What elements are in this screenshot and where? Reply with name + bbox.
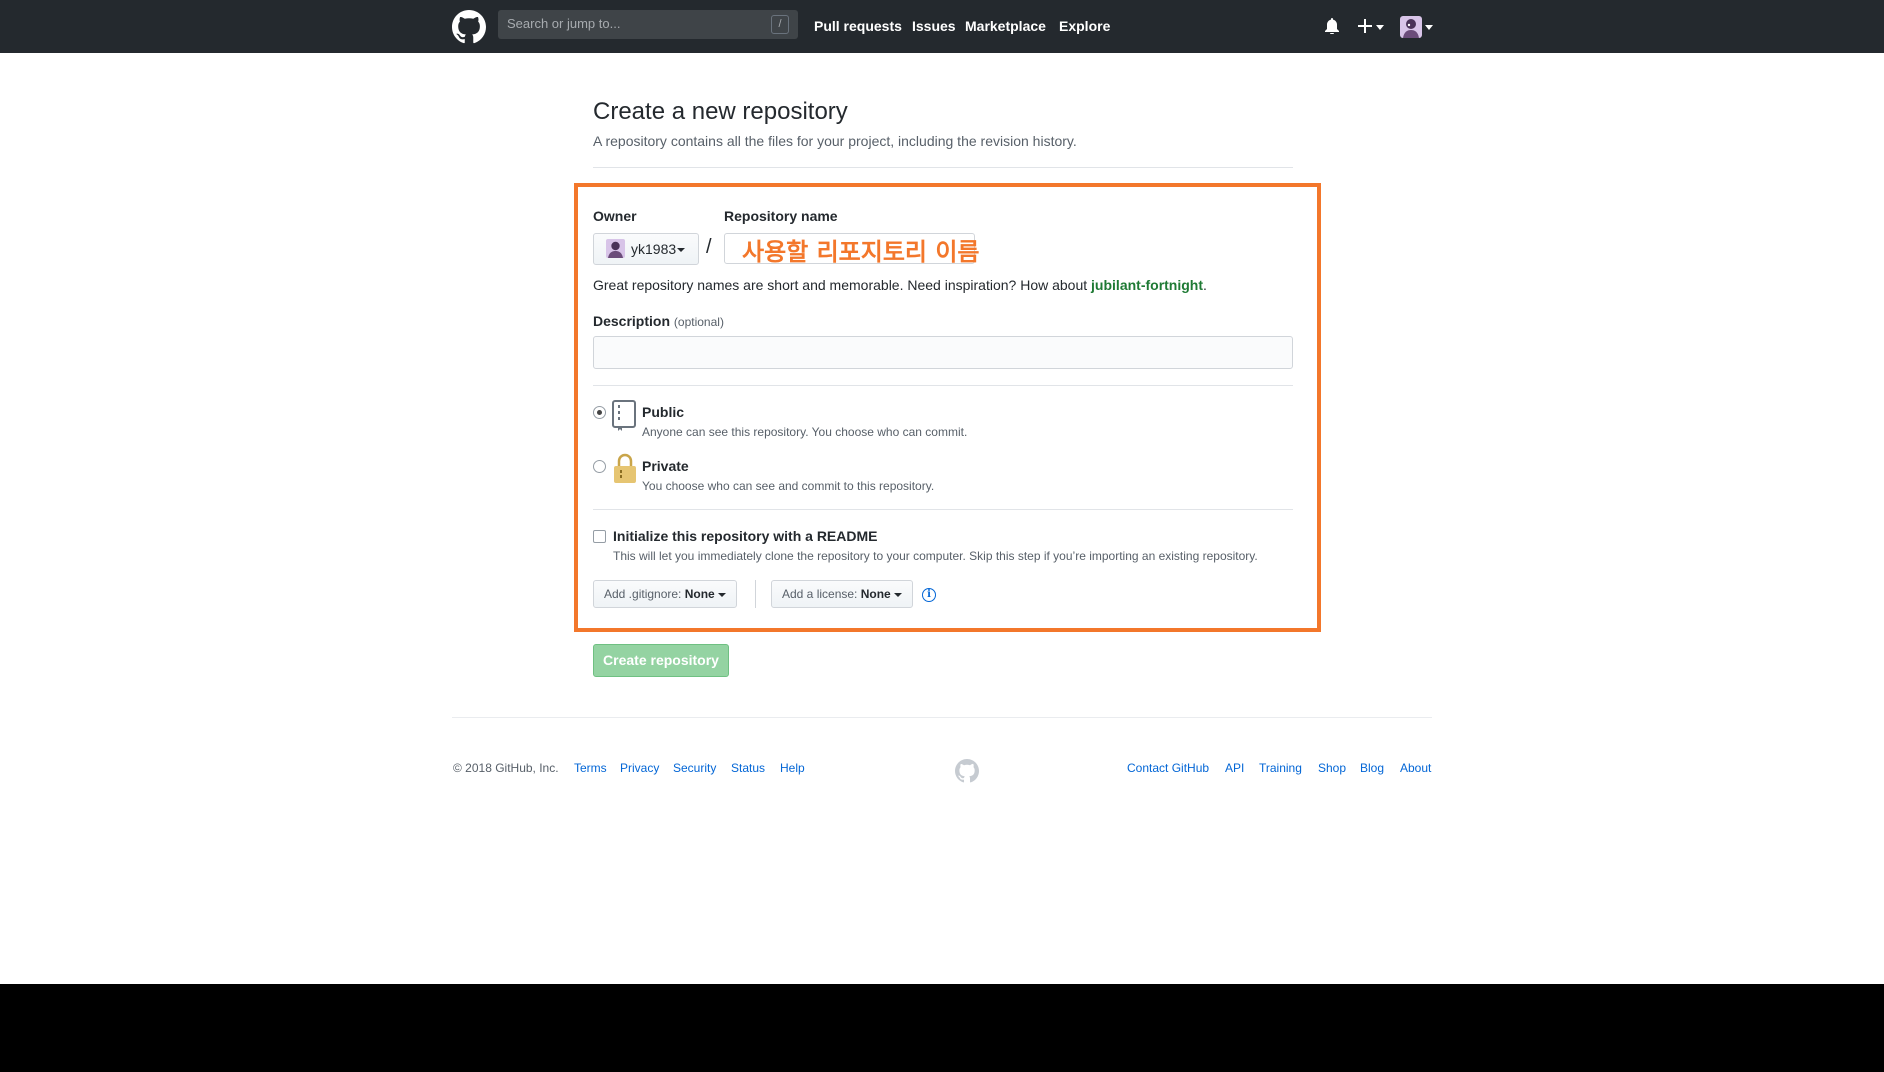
description-input[interactable] xyxy=(593,336,1293,369)
description-label-text: Description xyxy=(593,313,671,329)
description-label: Description (optional) xyxy=(593,313,724,329)
page-subtitle: A repository contains all the files for … xyxy=(593,133,1077,149)
plus-caret-down-icon[interactable] xyxy=(1376,25,1384,30)
nav-pull-requests[interactable]: Pull requests xyxy=(814,18,902,34)
readme-label: Initialize this repository with a README xyxy=(613,528,878,544)
owner-name: yk1983 xyxy=(631,241,677,257)
page-title: Create a new repository xyxy=(593,98,848,125)
nav-explore[interactable]: Explore xyxy=(1059,18,1110,34)
repo-book-icon xyxy=(612,400,636,431)
footer-link-shop[interactable]: Shop xyxy=(1318,761,1346,775)
user-avatar[interactable] xyxy=(1400,16,1422,38)
lock-icon xyxy=(614,453,636,483)
divider xyxy=(593,167,1293,168)
gitignore-label: Add .gitignore: xyxy=(604,587,682,601)
footer-link-about[interactable]: About xyxy=(1400,761,1431,775)
owner-avatar xyxy=(606,239,625,258)
divider xyxy=(593,385,1293,386)
search-shortcut-key: / xyxy=(771,15,789,34)
footer-link-privacy[interactable]: Privacy xyxy=(620,761,659,775)
divider xyxy=(593,509,1293,510)
readme-checkbox[interactable] xyxy=(593,530,606,543)
owner-label: Owner xyxy=(593,208,637,224)
name-suggestion-link[interactable]: jubilant-fortnight xyxy=(1091,277,1203,293)
name-hint-suffix: . xyxy=(1203,277,1207,293)
public-radio[interactable] xyxy=(593,406,606,419)
footer-link-training[interactable]: Training xyxy=(1259,761,1302,775)
gitignore-select-button[interactable]: Add .gitignore: None xyxy=(593,580,737,608)
footer-link-contact[interactable]: Contact GitHub xyxy=(1127,761,1209,775)
footer-link-help[interactable]: Help xyxy=(780,761,805,775)
bell-icon[interactable] xyxy=(1325,18,1339,34)
private-radio[interactable] xyxy=(593,460,606,473)
footer-github-logo-icon[interactable] xyxy=(955,759,979,783)
readme-description: This will let you immediately clone the … xyxy=(613,549,1258,563)
license-select-button[interactable]: Add a license: None xyxy=(771,580,913,608)
name-hint-text: Great repository names are short and mem… xyxy=(593,277,1088,293)
public-title: Public xyxy=(642,404,685,420)
footer-link-terms[interactable]: Terms xyxy=(574,761,607,775)
repo-name-label: Repository name xyxy=(724,208,838,224)
vertical-divider xyxy=(755,580,756,608)
github-logo-icon[interactable] xyxy=(452,10,486,44)
owner-repo-separator: / xyxy=(706,236,712,258)
footer-divider xyxy=(452,717,1432,718)
private-description: You choose who can see and commit to thi… xyxy=(642,479,935,493)
footer-link-api[interactable]: API xyxy=(1225,761,1244,775)
license-value: None xyxy=(860,587,891,601)
footer-link-blog[interactable]: Blog xyxy=(1360,761,1384,775)
license-caret-down-icon xyxy=(893,592,902,597)
info-icon[interactable]: i xyxy=(922,588,936,602)
owner-caret-down-icon xyxy=(677,248,685,252)
plus-icon[interactable] xyxy=(1358,19,1372,33)
public-description: Anyone can see this repository. You choo… xyxy=(642,425,968,439)
footer-link-security[interactable]: Security xyxy=(673,761,716,775)
repository-name-annotation: 사용할 리포지토리 이름 xyxy=(742,238,980,266)
footer-link-status[interactable]: Status xyxy=(731,761,765,775)
create-repository-button[interactable]: Create repository xyxy=(593,644,729,677)
private-title: Private xyxy=(642,458,689,474)
name-suggestion-note: Great repository names are short and mem… xyxy=(593,277,1207,293)
description-optional: (optional) xyxy=(673,315,724,329)
page: Search or jump to... / Pull requests Iss… xyxy=(0,0,1884,984)
footer-copyright: © 2018 GitHub, Inc. xyxy=(453,761,559,775)
search-placeholder: Search or jump to... xyxy=(507,16,621,31)
nav-marketplace[interactable]: Marketplace xyxy=(965,18,1046,34)
license-label: Add a license: xyxy=(782,587,858,601)
nav-issues[interactable]: Issues xyxy=(912,18,956,34)
top-header: Search or jump to... / Pull requests Iss… xyxy=(0,0,1884,53)
avatar-caret-down-icon[interactable] xyxy=(1425,25,1433,30)
gitignore-value: None xyxy=(684,587,715,601)
gitignore-caret-down-icon xyxy=(717,592,726,597)
